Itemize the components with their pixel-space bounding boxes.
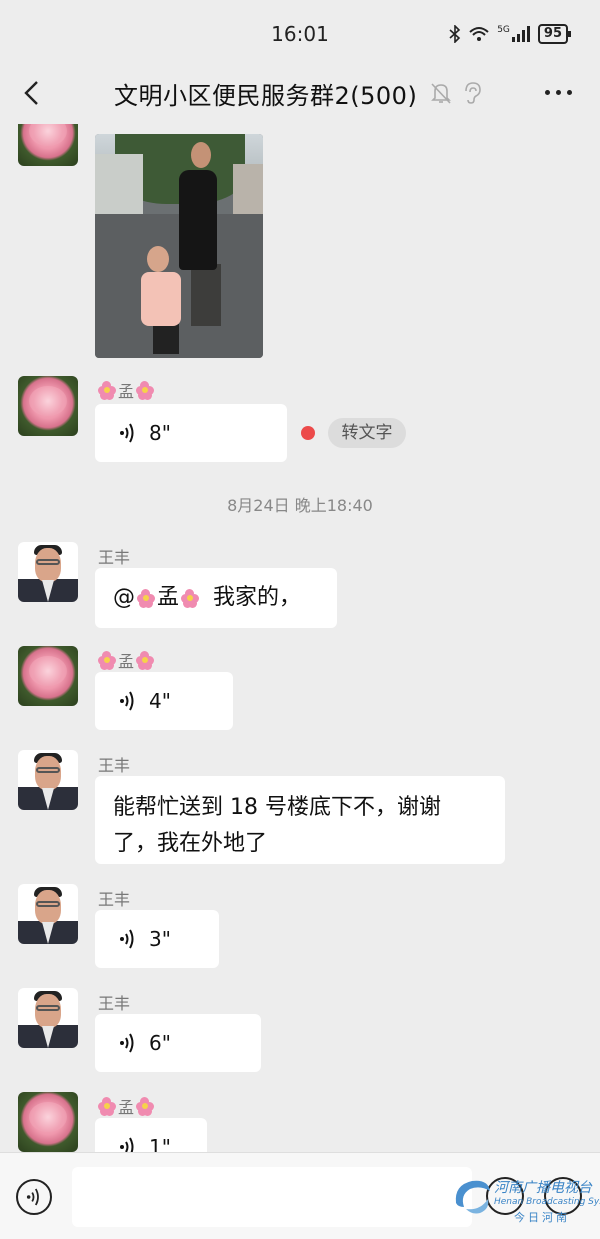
avatar[interactable] [18, 988, 78, 1048]
watermark-english: Henan Broadcasting System [494, 1197, 600, 1207]
text-message[interactable]: @ 孟 我家的， [95, 568, 337, 628]
voice-wave-icon [26, 1188, 39, 1206]
text-message[interactable]: 能帮忙送到 18 号楼底下不，谢谢 了，我在外地了 [95, 776, 505, 864]
voice-duration: 4" [149, 689, 171, 713]
voice-wave-icon [120, 1033, 134, 1053]
sender-name: 王丰 [98, 548, 131, 567]
voice-input-toggle[interactable] [16, 1179, 52, 1215]
voice-message[interactable]: 8" [95, 404, 287, 462]
convert-to-text-button[interactable]: 转文字 [328, 418, 406, 448]
watermark-title: 河南广播电视台 [494, 1180, 592, 1196]
flower-emoji-icon [98, 1097, 116, 1116]
voice-wave-icon [120, 1137, 134, 1152]
sender-name: 孟 [98, 648, 155, 672]
watermark-subtitle: 今日河南 [514, 1211, 570, 1224]
mute-bell-icon [431, 83, 451, 104]
avatar[interactable] [18, 646, 78, 706]
sender-name: 王丰 [98, 994, 131, 1013]
voice-wave-icon [120, 929, 134, 949]
voice-message[interactable]: 6" [95, 1014, 261, 1072]
message-input[interactable] [72, 1167, 472, 1227]
flower-emoji-icon [181, 589, 200, 608]
avatar[interactable] [18, 376, 78, 436]
sender-name: 孟 [98, 1094, 155, 1118]
flower-emoji-icon [136, 1097, 155, 1116]
avatar[interactable] [18, 1092, 78, 1152]
flower-emoji-icon [137, 589, 155, 608]
chat-title: 文明小区便民服务群2(500) [114, 82, 418, 110]
timestamp: 8月24日 晚上18:40 [227, 496, 373, 515]
nav-bar: 文明小区便民服务群2(500) [0, 64, 600, 124]
avatar[interactable] [18, 542, 78, 602]
voice-message[interactable]: 3" [95, 910, 219, 968]
ear-icon [465, 82, 481, 104]
avatar[interactable] [18, 884, 78, 944]
broadcaster-logo-icon [455, 1180, 490, 1214]
flower-emoji-icon [136, 381, 155, 400]
voice-duration: 6" [149, 1031, 171, 1055]
flower-emoji-icon [136, 651, 155, 670]
voice-wave-icon [120, 423, 134, 443]
voice-message[interactable]: 4" [95, 672, 233, 730]
sender-name: 王丰 [98, 756, 131, 775]
back-arrow-icon[interactable] [18, 78, 48, 108]
input-bar: 河南广播电视台 Henan Broadcasting System 今日河南 [0, 1152, 600, 1239]
broadcaster-watermark: 河南广播电视台 Henan Broadcasting System 今日河南 [448, 1163, 600, 1233]
battery-indicator: 95 [537, 24, 572, 44]
status-bar: 16:01 5G 95 [0, 0, 600, 64]
bluetooth-icon [449, 25, 461, 43]
voice-message[interactable]: 1" [95, 1118, 207, 1152]
avatar[interactable] [18, 750, 78, 810]
flower-emoji-icon [98, 381, 116, 400]
network-label: 5G [497, 25, 510, 35]
flower-emoji-icon [98, 651, 116, 670]
voice-wave-icon [120, 691, 134, 711]
signal-icon [511, 26, 530, 42]
more-icon[interactable] [545, 90, 572, 95]
wifi-icon [469, 27, 489, 41]
voice-duration: 1" [149, 1135, 171, 1152]
voice-duration: 8" [149, 421, 171, 445]
sender-name: 孟 [98, 378, 155, 402]
avatar[interactable] [18, 124, 78, 166]
photo-message[interactable] [95, 134, 263, 358]
sender-name: 王丰 [98, 890, 131, 909]
status-icons: 5G 95 [449, 24, 572, 44]
unread-dot [301, 426, 315, 440]
voice-duration: 3" [149, 927, 171, 951]
message-list[interactable]: 孟 8" 转文字 8月24日 晚上18:40 王丰 @ 孟 我家的， 孟 4" … [0, 124, 600, 1152]
